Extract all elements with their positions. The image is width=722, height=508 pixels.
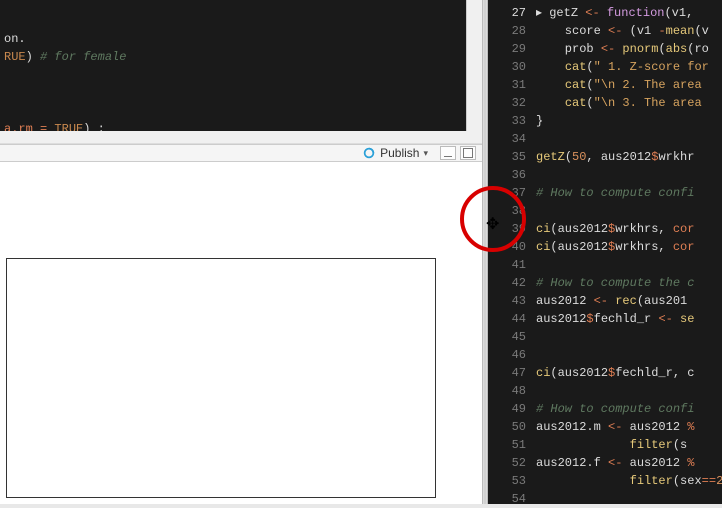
console-editor[interactable]: on.RUE) # for femalea.rm = TRUE) :on.en … — [0, 0, 482, 131]
code-line: on. — [4, 32, 482, 50]
code-line — [4, 86, 482, 104]
publish-button[interactable]: Publish — [380, 146, 419, 160]
line-number: 27 — [488, 4, 526, 22]
line-number: 28 — [488, 22, 526, 40]
code-line — [536, 166, 722, 184]
code-line — [536, 346, 722, 364]
source-code[interactable]: ▸ getZ <- function(v1, score <- (v1 -mea… — [536, 0, 722, 504]
code-line: aus2012$fechld_r <- se — [536, 310, 722, 328]
code-line: ci(aus2012$wrkhrs, cor — [536, 220, 722, 238]
line-number: 34 — [488, 130, 526, 148]
code-line: aus2012 <- rec(aus201 — [536, 292, 722, 310]
code-line: ci(aus2012$wrkhrs, cor — [536, 238, 722, 256]
code-line — [4, 68, 482, 86]
code-line: score <- (v1 -mean(v — [536, 22, 722, 40]
code-line: filter(sex==2) — [536, 472, 722, 490]
vertical-scrollbar[interactable]: ⌄ — [466, 0, 482, 131]
line-number: 45 — [488, 328, 526, 346]
line-number: 52 — [488, 454, 526, 472]
line-number: 42 — [488, 274, 526, 292]
code-line: filter(s — [536, 436, 722, 454]
code-line: } — [536, 112, 722, 130]
publish-icon[interactable] — [362, 146, 376, 160]
code-line: ▸ getZ <- function(v1, — [536, 4, 722, 22]
plot-toolbar: Publish ▾ — [0, 144, 482, 162]
code-line — [536, 328, 722, 346]
line-number: 32 — [488, 94, 526, 112]
code-line: # How to compute confi — [536, 184, 722, 202]
code-line — [536, 130, 722, 148]
toolbar-spacer — [0, 131, 482, 144]
line-number: 35 — [488, 148, 526, 166]
line-number: 49 — [488, 400, 526, 418]
code-line: a.rm = TRUE) : — [4, 122, 482, 131]
plot-frame — [6, 258, 436, 498]
code-line: # How to compute confi — [536, 400, 722, 418]
left-panel: on.RUE) # for femalea.rm = TRUE) :on.en … — [0, 0, 482, 504]
line-number: 36 — [488, 166, 526, 184]
line-number: 31 — [488, 76, 526, 94]
code-line: ci(aus2012$fechld_r, c — [536, 364, 722, 382]
plot-pane — [0, 162, 482, 504]
code-line — [536, 490, 722, 504]
code-line — [536, 256, 722, 274]
line-number: 51 — [488, 436, 526, 454]
line-number: 40 — [488, 238, 526, 256]
code-line: aus2012.f <- aus2012 % — [536, 454, 722, 472]
source-editor-panel[interactable]: 2728293031323334353637383940414243444546… — [488, 0, 722, 504]
code-line: aus2012.m <- aus2012 % — [536, 418, 722, 436]
code-line: # How to compute the c — [536, 274, 722, 292]
line-number: 33 — [488, 112, 526, 130]
line-number: 29 — [488, 40, 526, 58]
line-number: 38 — [488, 202, 526, 220]
code-line — [4, 104, 482, 122]
minimize-pane-button[interactable] — [440, 146, 456, 160]
line-number: 41 — [488, 256, 526, 274]
code-line: prob <- pnorm(abs(ro — [536, 40, 722, 58]
line-number: 53 — [488, 472, 526, 490]
publish-caret-icon[interactable]: ▾ — [423, 148, 428, 159]
code-line — [536, 382, 722, 400]
line-number: 44 — [488, 310, 526, 328]
line-number: 46 — [488, 346, 526, 364]
line-number: 43 — [488, 292, 526, 310]
code-line: cat(" 1. Z-score for — [536, 58, 722, 76]
code-line: RUE) # for female — [4, 50, 482, 68]
code-line — [536, 202, 722, 220]
line-number: 39 — [488, 220, 526, 238]
line-number: 50 — [488, 418, 526, 436]
line-number: 48 — [488, 382, 526, 400]
line-number-gutter: 2728293031323334353637383940414243444546… — [488, 0, 536, 504]
code-line: cat("\n 2. The area — [536, 76, 722, 94]
line-number: 37 — [488, 184, 526, 202]
code-line: getZ(50, aus2012$wrkhr — [536, 148, 722, 166]
maximize-pane-button[interactable] — [460, 146, 476, 160]
line-number: 47 — [488, 364, 526, 382]
line-number: 30 — [488, 58, 526, 76]
line-number: 54 — [488, 490, 526, 508]
code-line: cat("\n 3. The area — [536, 94, 722, 112]
